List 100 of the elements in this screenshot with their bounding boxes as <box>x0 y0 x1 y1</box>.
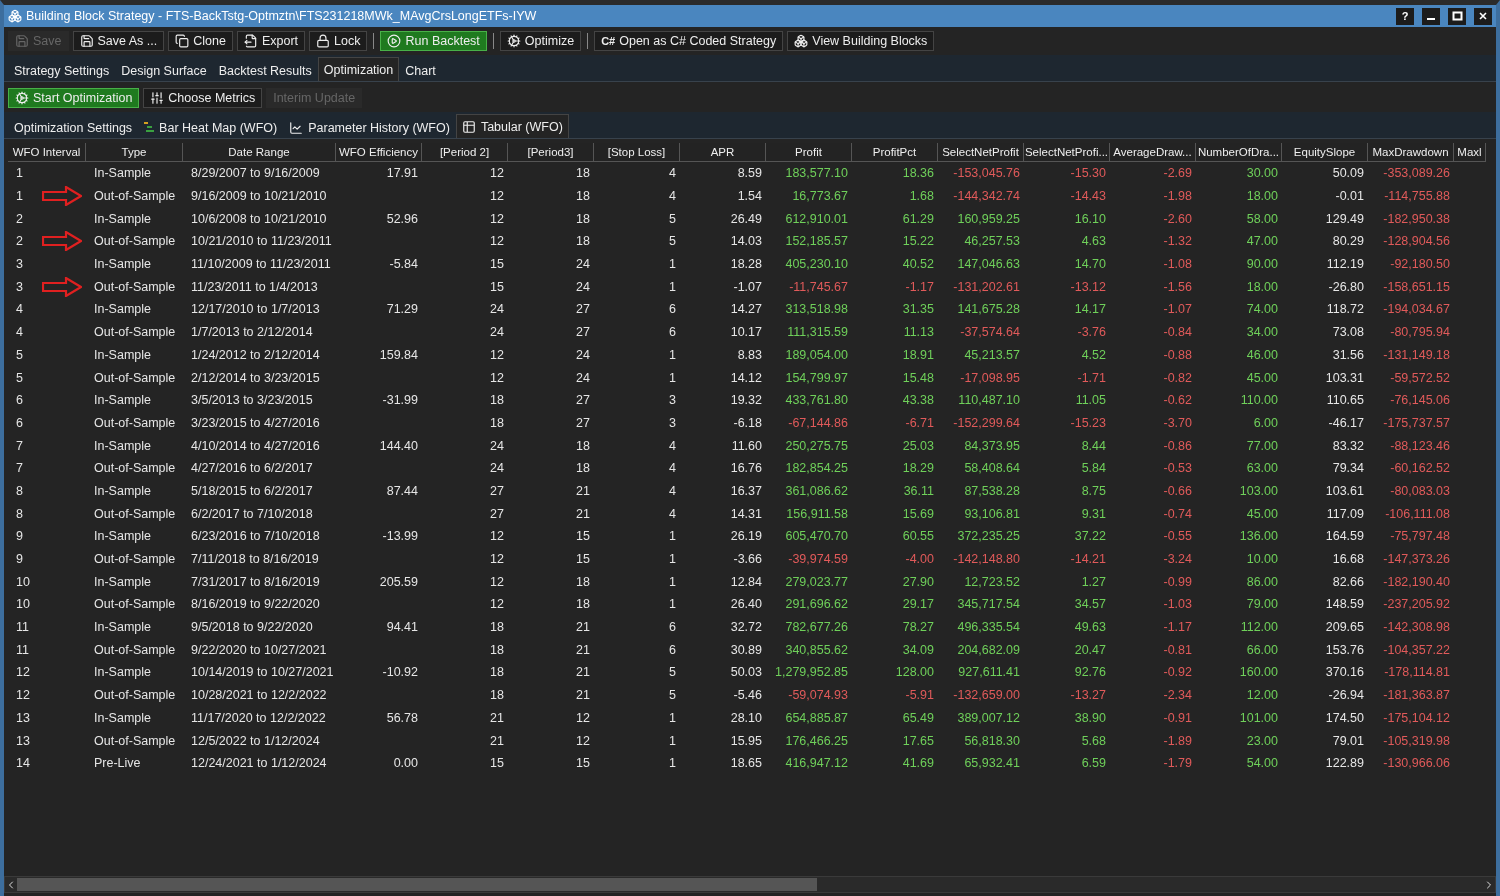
column-header[interactable]: Date Range <box>183 143 336 162</box>
column-header[interactable]: Type <box>86 143 183 162</box>
toolbar-button[interactable]: Run Backtest <box>380 31 487 51</box>
table-cell: -1.71 <box>1077 370 1106 385</box>
table-cell: -37,574.64 <box>960 325 1020 340</box>
table-cell: 24 <box>576 279 590 294</box>
table-cell: 6 <box>669 325 676 340</box>
table-cell: -13.27 <box>1070 688 1106 703</box>
toolbar-button[interactable]: Optimize <box>499 31 582 51</box>
table-cell: 4.63 <box>1081 234 1106 249</box>
table-cell: 1.27 <box>1081 574 1106 589</box>
table-cell: 18 <box>576 438 590 453</box>
table-cell: -15.23 <box>1070 415 1106 430</box>
table-cell: Out-of-Sample <box>94 688 176 703</box>
toolbar-button[interactable]: Export <box>236 31 306 51</box>
table-cell: 1 <box>669 347 676 362</box>
table-cell: 65.49 <box>902 710 934 725</box>
column-header[interactable]: EquitySlope <box>1282 143 1368 162</box>
table-cell: -182,190.40 <box>1383 574 1450 589</box>
toolbar-button[interactable]: Start Optimization <box>8 88 140 108</box>
column-header[interactable]: WFO Efficiency <box>336 143 422 162</box>
column-header[interactable]: [Period3] <box>508 143 594 162</box>
column-header[interactable]: AverageDraw... <box>1110 143 1196 162</box>
table-icon <box>461 119 476 134</box>
table-cell: 0.00 <box>393 756 418 771</box>
table-cell: -11,745.67 <box>789 279 848 294</box>
toolbar-button[interactable]: Save As ... <box>72 31 165 51</box>
table-cell: 8 <box>16 483 23 498</box>
column-header[interactable]: SelectNetProfit <box>938 143 1024 162</box>
table-cell: 313,518.98 <box>785 302 848 317</box>
table-cell: In-Sample <box>94 393 151 408</box>
column-header[interactable]: Maxl <box>1454 143 1486 162</box>
table-cell: Out-of-Sample <box>94 325 176 340</box>
table-cell: 10 <box>16 597 30 612</box>
horizontal-scrollbar[interactable] <box>4 876 1496 893</box>
column-header[interactable]: APR <box>680 143 766 162</box>
table-cell: 27 <box>576 302 590 317</box>
table-cell: 340,855.62 <box>785 642 848 657</box>
table-cell: 6 <box>16 393 23 408</box>
tab[interactable]: Tabular (WFO) <box>455 114 569 138</box>
table-cell: 18.00 <box>1246 189 1278 204</box>
tab[interactable]: Chart <box>399 59 442 81</box>
table-cell: 27.90 <box>902 574 934 589</box>
table-cell: 103.61 <box>1325 483 1364 498</box>
toolbar-button[interactable]: Clone <box>168 31 233 51</box>
table-cell: 15.95 <box>730 733 762 748</box>
tab[interactable]: Backtest Results <box>212 59 318 81</box>
table-cell: 9 <box>16 552 23 567</box>
tab[interactable]: Design Surface <box>115 59 213 81</box>
toolbar-button[interactable]: Lock <box>309 31 368 51</box>
table-cell: 18 <box>576 461 590 476</box>
column-header[interactable]: ProfitPct <box>852 143 938 162</box>
table-cell: 56.78 <box>386 710 418 725</box>
close-button[interactable] <box>1474 7 1492 25</box>
table-cell: -1.07 <box>733 279 762 294</box>
table-cell: 28.10 <box>730 710 762 725</box>
table-cell: -10.92 <box>382 665 418 680</box>
table-cell: 4 <box>669 438 676 453</box>
table-cell: 54.00 <box>1246 756 1278 771</box>
toolbar-button[interactable]: View Building Blocks <box>787 31 935 51</box>
tab[interactable]: Bar Heat Map (WFO) <box>138 116 284 138</box>
table-cell: In-Sample <box>94 574 151 589</box>
column-header[interactable]: MaxDrawdown <box>1368 143 1454 162</box>
tab[interactable]: Optimization <box>317 57 400 81</box>
table-cell: In-Sample <box>94 483 151 498</box>
tab[interactable]: Parameter History (WFO) <box>283 116 456 138</box>
table-cell: 18 <box>490 620 504 635</box>
table-cell: Pre-Live <box>94 756 141 771</box>
column-header[interactable]: [Period 2] <box>422 143 508 162</box>
column-header[interactable]: NumberOfDra... <box>1196 143 1282 162</box>
table-cell: 4/27/2016 to 6/2/2017 <box>191 461 313 476</box>
csharp-icon: C# <box>601 35 616 47</box>
table-cell: Out-of-Sample <box>94 461 176 476</box>
table-cell: 9 <box>16 529 23 544</box>
table-cell: 80.29 <box>1332 234 1364 249</box>
toolbar-button[interactable]: C# Open as C# Coded Strategy <box>594 31 784 51</box>
column-header[interactable]: SelectNetProfi... <box>1024 143 1110 162</box>
arrow-icon <box>42 276 82 297</box>
table-cell: 90.00 <box>1246 257 1278 272</box>
help-button[interactable]: ? <box>1396 7 1414 25</box>
column-header[interactable]: WFO Interval <box>8 143 86 162</box>
column-header[interactable]: [Stop Loss] <box>594 143 680 162</box>
table-cell: 5.68 <box>1081 733 1106 748</box>
table-cell: -1.08 <box>1163 257 1192 272</box>
column-header[interactable]: Profit <box>766 143 852 162</box>
table-cell: 11/23/2011 to 1/4/2013 <box>191 279 318 294</box>
table-cell: 101.00 <box>1239 710 1278 725</box>
table-cell: In-Sample <box>94 710 151 725</box>
toolbar-button[interactable]: Choose Metrics <box>143 88 263 108</box>
table-cell: 12 <box>490 597 504 612</box>
table-cell: 6/23/2016 to 7/10/2018 <box>191 529 320 544</box>
maximize-button[interactable] <box>1448 7 1466 25</box>
tab[interactable]: Optimization Settings <box>8 116 139 138</box>
table-cell: -75,797.48 <box>1390 529 1450 544</box>
table-cell: 5/18/2015 to 6/2/2017 <box>191 483 313 498</box>
tab[interactable]: Strategy Settings <box>8 59 116 81</box>
table-cell: In-Sample <box>94 302 151 317</box>
table-cell: 24 <box>490 302 504 317</box>
minimize-button[interactable] <box>1422 7 1440 25</box>
gear-icon <box>15 91 29 105</box>
